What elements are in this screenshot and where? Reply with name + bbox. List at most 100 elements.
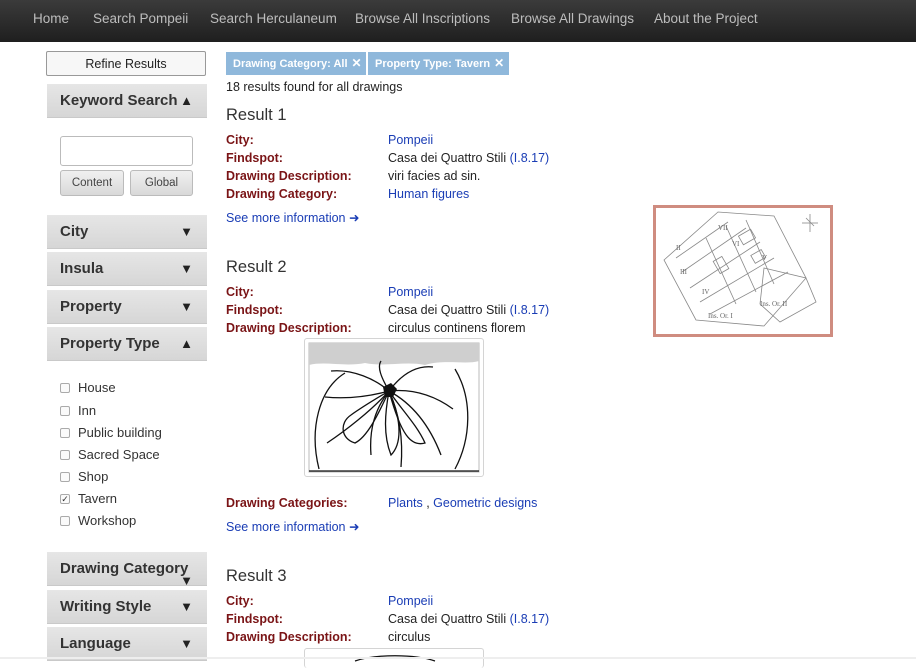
facet-keyword-search[interactable]: Keyword Search ▲: [47, 84, 207, 118]
nav-browse-drawings[interactable]: Browse All Drawings: [511, 11, 634, 26]
see-more-link[interactable]: See more information ➜: [226, 210, 359, 225]
findspot-text: Casa dei Quattro Stili: [388, 612, 507, 626]
city-link[interactable]: Pompeii: [388, 133, 433, 147]
facet-insula[interactable]: Insula ▼: [47, 252, 207, 286]
facet-property-type[interactable]: Property Type ▲: [47, 327, 207, 361]
city-label: City:: [226, 594, 254, 608]
category-separator: ,: [422, 496, 434, 510]
nav-browse-inscriptions[interactable]: Browse All Inscriptions: [355, 11, 490, 26]
findspot-label: Findspot:: [226, 612, 283, 626]
chevron-down-icon: ▼: [180, 573, 193, 588]
option-label: Public building: [78, 425, 162, 440]
filter-tag-drawing-category[interactable]: Drawing Category: All ✕: [226, 52, 366, 75]
category-label: Drawing Category:: [226, 187, 338, 201]
result-title: Result 2: [226, 258, 287, 276]
chevron-down-icon: ▼: [180, 261, 193, 276]
category-link[interactable]: Geometric designs: [433, 496, 537, 510]
map-label: V: [762, 254, 767, 262]
chevron-down-icon: ▼: [180, 299, 193, 314]
map-label: III: [680, 268, 688, 276]
findspot-link[interactable]: (I.8.17): [510, 303, 550, 317]
keyword-search-input[interactable]: [60, 136, 193, 166]
drawing-thumbnail[interactable]: [304, 338, 484, 477]
option-label: Tavern: [78, 491, 118, 506]
facet-label: Drawing Category: [60, 560, 189, 577]
description-label: Drawing Description:: [226, 630, 352, 644]
chevron-up-icon: ▲: [180, 336, 193, 351]
refine-results-button[interactable]: Refine Results: [46, 51, 206, 76]
chevron-up-icon: ▲: [180, 93, 193, 108]
city-label: City:: [226, 133, 254, 147]
findspot-label: Findspot:: [226, 151, 283, 165]
category-link[interactable]: Plants: [388, 496, 423, 510]
see-more-link[interactable]: See more information ➜: [226, 519, 359, 534]
map-label: II: [676, 244, 681, 252]
city-link[interactable]: Pompeii: [388, 594, 433, 608]
map-label: VI: [732, 240, 740, 248]
findspot-link[interactable]: (I.8.17): [510, 612, 550, 626]
top-navbar: Home Search Pompeii Search Herculaneum B…: [0, 0, 916, 42]
findspot-label: Findspot:: [226, 303, 283, 317]
facet-label: Keyword Search: [60, 92, 178, 109]
flower-drawing-image: [308, 342, 480, 473]
close-icon[interactable]: ✕: [352, 56, 362, 70]
facet-property[interactable]: Property ▼: [47, 290, 207, 324]
categories-label: Drawing Categories:: [226, 496, 348, 510]
filter-tag-label: Drawing Category: All: [233, 58, 348, 70]
option-label: Inn: [78, 403, 97, 418]
facet-label: Insula: [60, 260, 104, 277]
result-title: Result 3: [226, 567, 287, 585]
facet-city[interactable]: City ▼: [47, 215, 207, 249]
filter-tag-label: Property Type: Tavern: [375, 58, 491, 70]
option-label: Sacred Space: [78, 447, 160, 462]
checkbox[interactable]: [60, 450, 70, 460]
result-title: Result 1: [226, 106, 287, 124]
map-label: Ins. Or. I: [708, 312, 734, 320]
checkbox-checked[interactable]: ✓: [60, 494, 70, 504]
chevron-down-icon: ▼: [180, 599, 193, 614]
description-label: Drawing Description:: [226, 321, 352, 335]
nav-about[interactable]: About the Project: [654, 11, 758, 26]
checkbox[interactable]: [60, 383, 70, 393]
map-label: Ins. Or. II: [760, 300, 788, 308]
description-label: Drawing Description:: [226, 169, 352, 183]
city-link[interactable]: Pompeii: [388, 285, 433, 299]
facet-language[interactable]: Language ▼: [47, 627, 207, 661]
nav-search-pompeii[interactable]: Search Pompeii: [93, 11, 188, 26]
checkbox[interactable]: [60, 428, 70, 438]
facet-label: Property: [60, 298, 122, 315]
categories-value: Plants , Geometric designs: [388, 496, 537, 510]
description-value: viri facies ad sin.: [388, 169, 481, 183]
facet-writing-style[interactable]: Writing Style ▼: [47, 590, 207, 624]
chevron-down-icon: ▼: [180, 224, 193, 239]
findspot-value: Casa dei Quattro Stili (I.8.17): [388, 612, 549, 626]
option-label: Shop: [78, 469, 109, 484]
city-label: City:: [226, 285, 254, 299]
option-label: Workshop: [78, 513, 137, 528]
findspot-link[interactable]: (I.8.17): [510, 151, 550, 165]
facet-label: Language: [60, 635, 131, 652]
insula-map-drawing: VII II VI III IV V Ins. Or. I Ins. Or. I…: [663, 211, 818, 327]
findspot-value: Casa dei Quattro Stili (I.8.17): [388, 151, 549, 165]
option-label: House: [78, 380, 116, 395]
nav-search-herculaneum[interactable]: Search Herculaneum: [210, 11, 337, 26]
global-search-button[interactable]: Global: [130, 170, 193, 196]
description-value: circulus: [388, 630, 431, 644]
nav-home[interactable]: Home: [33, 11, 69, 26]
facet-drawing-category[interactable]: Drawing Category ▼: [47, 552, 207, 588]
close-icon[interactable]: ✕: [494, 56, 504, 70]
circle-drawing-image: [354, 655, 436, 662]
map-label: VII: [718, 224, 728, 232]
checkbox[interactable]: [60, 406, 70, 416]
filter-tag-property-type[interactable]: Property Type: Tavern ✕: [368, 52, 509, 75]
map-thumbnail[interactable]: VII II VI III IV V Ins. Or. I Ins. Or. I…: [653, 205, 833, 337]
facet-label: City: [60, 223, 89, 240]
checkbox[interactable]: [60, 516, 70, 526]
facet-label: Writing Style: [60, 598, 152, 615]
findspot-text: Casa dei Quattro Stili: [388, 303, 507, 317]
content-search-button[interactable]: Content: [60, 170, 124, 196]
description-value: circulus continens florem: [388, 321, 526, 335]
findspot-value: Casa dei Quattro Stili (I.8.17): [388, 303, 549, 317]
checkbox[interactable]: [60, 472, 70, 482]
category-link[interactable]: Human figures: [388, 187, 469, 201]
